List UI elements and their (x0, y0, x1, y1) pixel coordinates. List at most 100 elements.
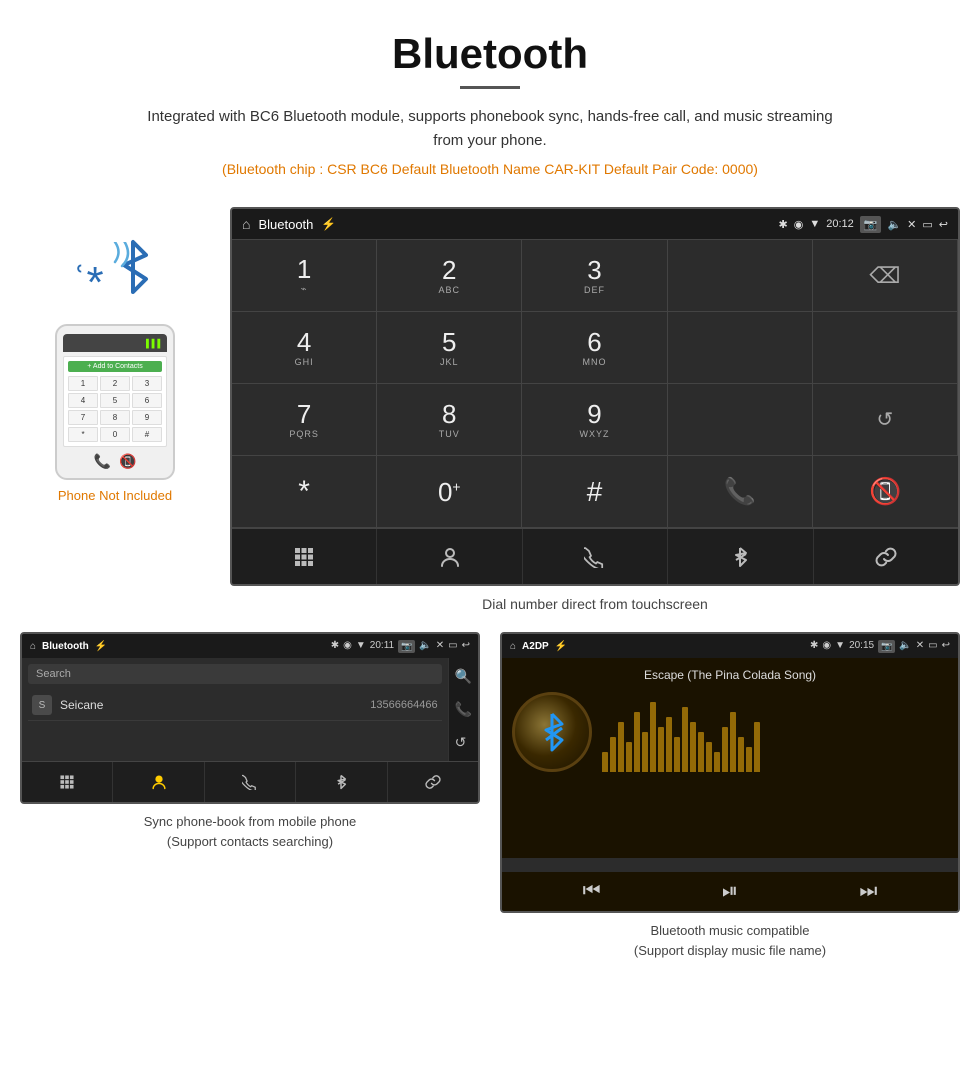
dial-sync-key[interactable]: ↺ (813, 384, 958, 456)
usb-icon: ⚡ (321, 217, 336, 231)
dial-key-5[interactable]: 5 JKL (377, 312, 522, 384)
signal-waves-icon (110, 242, 140, 282)
music-app-name: A2DP (522, 641, 549, 652)
signal-icon: ▌▌▌ (146, 339, 163, 348)
nav-phone[interactable] (523, 529, 668, 584)
music-visualizer (602, 692, 948, 772)
contacts-search-bar[interactable]: Search (28, 664, 442, 684)
car-status-bar: ⌂ Bluetooth ⚡ ✱ ◉ ▼ 20:12 📷 🔈 ✕ ▭ ↩ (232, 209, 958, 239)
contacts-screen-body-wrap: Search S Seicane 13566664466 🔍 📞 ↺ (22, 658, 478, 761)
contact-number: 13566664466 (370, 699, 437, 711)
contacts-wifi-icon: ▼ (356, 640, 366, 653)
music-win-icon[interactable]: ▭ (928, 640, 937, 653)
contact-name: Seicane (60, 698, 370, 712)
contacts-back-icon[interactable]: ↩ (462, 640, 470, 653)
close-icon[interactable]: ✕ (907, 218, 916, 231)
call-green-icon: 📞 (724, 476, 756, 507)
bluetooth-icon-wrap: ʿ* (72, 237, 158, 308)
call-side-icon[interactable]: 📞 (455, 701, 472, 718)
contacts-time: 20:11 (370, 640, 394, 653)
nav-dialpad[interactable] (232, 529, 377, 584)
dial-key-8[interactable]: 8 TUV (377, 384, 522, 456)
bluetooth-symbol-icon: ʿ* (72, 258, 104, 308)
music-loc-icon: ◉ (822, 640, 831, 653)
nav-bluetooth[interactable] (668, 529, 813, 584)
bottom-screenshots: ⌂ Bluetooth ⚡ ✱ ◉ ▼ 20:11 📷 🔈 ✕ ▭ ↩ (0, 632, 980, 980)
contacts-nav-phone[interactable] (205, 762, 296, 802)
phone-screen: + Add to Contacts 1 2 3 4 5 6 7 8 9 * 0 … (63, 356, 167, 447)
camera-icon[interactable]: 📷 (860, 216, 882, 233)
dial-key-1[interactable]: 1 ⌁ (232, 240, 377, 312)
description: Integrated with BC6 Bluetooth module, su… (140, 105, 840, 153)
contacts-nav-link[interactable] (388, 762, 478, 802)
prev-track-button[interactable]: ⏮ (583, 880, 601, 903)
dial-key-6[interactable]: 6 MNO (522, 312, 667, 384)
dial-call-key[interactable]: 📞 (668, 456, 813, 528)
contacts-nav-dialpad[interactable] (22, 762, 113, 802)
music-caption: Bluetooth music compatible (Support disp… (634, 921, 826, 960)
contacts-caption-line2: (Support contacts searching) (167, 834, 333, 849)
dial-backspace-key[interactable]: ⌫ (813, 240, 958, 312)
backspace-icon: ⌫ (869, 263, 900, 289)
dial-endcall-key[interactable]: 📵 (813, 456, 958, 528)
phone-mockup: ▌▌▌ + Add to Contacts 1 2 3 4 5 6 7 8 9 … (55, 324, 175, 480)
music-vol-icon[interactable]: 🔈 (899, 640, 911, 653)
dial-key-2[interactable]: 2 ABC (377, 240, 522, 312)
contacts-vol-icon[interactable]: 🔈 (419, 640, 431, 653)
music-song-title: Escape (The Pina Colada Song) (644, 668, 816, 682)
wifi-icon: ▼ (809, 218, 820, 230)
contacts-caption: Sync phone-book from mobile phone (Suppo… (144, 812, 356, 851)
title-underline (460, 86, 520, 89)
dial-key-3[interactable]: 3 DEF (522, 240, 667, 312)
contact-row[interactable]: S Seicane 13566664466 (28, 690, 442, 721)
dial-key-hash[interactable]: # (522, 456, 667, 528)
contacts-nav-person[interactable] (113, 762, 204, 802)
page-header: Bluetooth Integrated with BC6 Bluetooth … (0, 0, 980, 207)
dial-key-0[interactable]: 0+ (377, 456, 522, 528)
dial-key-9[interactable]: 9 WXYZ (522, 384, 667, 456)
play-pause-button[interactable]: ⏯ (722, 880, 738, 903)
music-caption-line1: Bluetooth music compatible (651, 923, 810, 938)
music-back-icon[interactable]: ↩ (942, 640, 950, 653)
contacts-loc-icon: ◉ (343, 640, 352, 653)
sync-icon: ↺ (877, 407, 894, 432)
music-wifi-icon: ▼ (835, 640, 845, 653)
contacts-home-icon[interactable]: ⌂ (30, 641, 36, 652)
contacts-x-icon[interactable]: ✕ (436, 640, 444, 653)
volume-icon[interactable]: 🔈 (887, 218, 901, 231)
contacts-bt-icon: ✱ (331, 640, 339, 653)
phone-end-icon: 📵 (119, 453, 136, 470)
music-cam-icon[interactable]: 📷 (878, 640, 895, 653)
nav-contacts[interactable] (377, 529, 522, 584)
phone-top-bar: ▌▌▌ (63, 334, 167, 352)
phone-section: ʿ* ▌▌▌ + Add to Contacts 1 2 (20, 207, 210, 612)
phone-bottom-bar: 📞 📵 (63, 453, 167, 470)
nav-link[interactable] (814, 529, 958, 584)
music-x-icon[interactable]: ✕ (916, 640, 924, 653)
contacts-mini-screen: ⌂ Bluetooth ⚡ ✱ ◉ ▼ 20:11 📷 🔈 ✕ ▭ ↩ (20, 632, 480, 804)
album-art (512, 692, 592, 772)
dial-key-7[interactable]: 7 PQRS (232, 384, 377, 456)
back-icon[interactable]: ↩ (939, 218, 948, 231)
contacts-caption-line1: Sync phone-book from mobile phone (144, 814, 356, 829)
next-track-button[interactable]: ⏭ (859, 880, 877, 903)
dial-key-star[interactable]: * (232, 456, 377, 528)
contacts-cam-icon[interactable]: 📷 (398, 640, 415, 653)
phone-contacts-btn[interactable]: + Add to Contacts (68, 361, 162, 372)
contacts-app-name: Bluetooth (42, 641, 89, 652)
contacts-nav-bt[interactable] (296, 762, 387, 802)
contacts-win-icon[interactable]: ▭ (448, 640, 457, 653)
home-icon[interactable]: ⌂ (242, 216, 250, 232)
dial-key-4[interactable]: 4 GHI (232, 312, 377, 384)
dial-empty-1 (668, 240, 813, 312)
contacts-screen-body: Search S Seicane 13566664466 (22, 658, 448, 761)
main-content: ʿ* ▌▌▌ + Add to Contacts 1 2 (0, 207, 980, 612)
music-home-icon[interactable]: ⌂ (510, 641, 516, 652)
window-icon[interactable]: ▭ (922, 218, 932, 231)
location-icon: ◉ (794, 218, 804, 231)
search-side-icon[interactable]: 🔍 (455, 668, 472, 685)
contacts-screenshot-block: ⌂ Bluetooth ⚡ ✱ ◉ ▼ 20:11 📷 🔈 ✕ ▭ ↩ (20, 632, 480, 960)
phone-dialpad: 1 2 3 4 5 6 7 8 9 * 0 # (68, 376, 162, 442)
page-title: Bluetooth (40, 30, 940, 78)
sync-side-icon[interactable]: ↺ (455, 734, 472, 751)
